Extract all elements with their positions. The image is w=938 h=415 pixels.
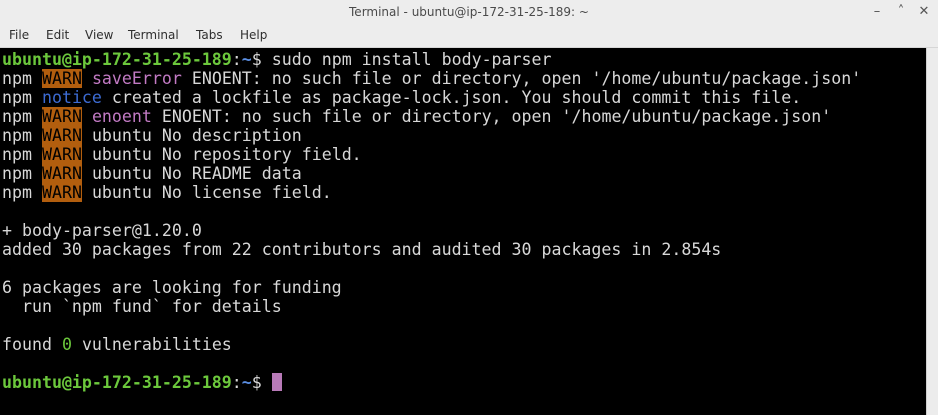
title-bar[interactable]: Terminal - ubuntu@ip-172-31-25-189: ~ – … (0, 0, 938, 24)
maximize-button[interactable]: ˄ (891, 2, 911, 22)
warn-tag: saveError (91, 69, 182, 88)
terminal-line: npm WARN saveError ENOENT: no such file … (2, 69, 861, 88)
warn-badge: WARN (41, 145, 82, 164)
terminal-line: npm WARN ubuntu No repository field. (2, 145, 362, 164)
notice-tag: notice (41, 88, 102, 107)
menu-terminal[interactable]: Terminal (128, 24, 179, 47)
text-cursor[interactable] (271, 373, 282, 391)
window-title: Terminal - ubuntu@ip-172-31-25-189: ~ (349, 5, 589, 19)
menu-edit[interactable]: Edit (46, 24, 69, 47)
menu-help[interactable]: Help (240, 24, 267, 47)
npm-prefix: npm (2, 88, 42, 107)
terminal-output[interactable]: ubuntu@ip-172-31-25-189:~$ sudo npm inst… (0, 48, 926, 415)
terminal-line: npm notice created a lockfile as package… (2, 88, 801, 107)
npm-prefix: npm (2, 164, 42, 183)
prompt-symbol: $ (251, 50, 262, 69)
npm-prefix: npm (2, 107, 42, 126)
terminal-line: ubuntu@ip-172-31-25-189:~$ (2, 373, 282, 392)
found-label: found (2, 335, 62, 354)
terminal-line: npm WARN ubuntu No README data (2, 164, 302, 183)
warn-message: ubuntu No README data (91, 164, 302, 183)
vulnerabilities-label: vulnerabilities (71, 335, 232, 354)
warn-message: ENOENT: no such file or directory, open … (181, 69, 862, 88)
warn-tag: enoent (91, 107, 152, 126)
warn-badge: WARN (41, 107, 82, 126)
prompt-separator: : (231, 373, 242, 392)
funding-line: 6 packages are looking for funding (2, 278, 342, 297)
warn-badge: WARN (41, 183, 82, 202)
terminal-line: npm WARN ubuntu No license field. (2, 183, 332, 202)
prompt-user: ubuntu@ip-172-31-25-189 (2, 373, 232, 392)
prompt-path: ~ (241, 50, 252, 69)
vulnerability-count: 0 (61, 335, 72, 354)
minimize-button[interactable]: – (867, 2, 887, 22)
prompt-symbol: $ (251, 373, 262, 392)
prompt-path: ~ (241, 373, 252, 392)
warn-badge: WARN (41, 69, 82, 88)
menu-tabs[interactable]: Tabs (196, 24, 223, 47)
npm-prefix: npm (2, 69, 42, 88)
npm-prefix: npm (2, 145, 42, 164)
terminal-line: ubuntu@ip-172-31-25-189:~$ sudo npm inst… (2, 50, 552, 69)
warn-message: ubuntu No repository field. (91, 145, 362, 164)
fund-hint-line: run `npm fund` for details (2, 297, 282, 316)
close-button[interactable]: ✕ (914, 2, 934, 22)
npm-prefix: npm (2, 126, 42, 145)
warn-message: ENOENT: no such file or directory, open … (151, 107, 832, 126)
warn-badge: WARN (41, 164, 82, 183)
menu-view[interactable]: View (85, 24, 113, 47)
npm-prefix: npm (2, 183, 42, 202)
terminal-line: npm WARN enoent ENOENT: no such file or … (2, 107, 831, 126)
vertical-scrollbar[interactable] (926, 48, 938, 415)
installed-package-line: + body-parser@1.20.0 (2, 221, 202, 240)
notice-message: created a lockfile as package-lock.json.… (101, 88, 802, 107)
prompt-separator: : (231, 50, 242, 69)
terminal-window: Terminal - ubuntu@ip-172-31-25-189: ~ – … (0, 0, 938, 415)
vulnerabilities-line: found 0 vulnerabilities (2, 335, 232, 354)
install-summary-line: added 30 packages from 22 contributors a… (2, 240, 722, 259)
command-text: sudo npm install body-parser (261, 50, 552, 69)
warn-message: ubuntu No license field. (91, 183, 332, 202)
menu-bar: File Edit View Terminal Tabs Help (0, 24, 938, 48)
terminal-line: npm WARN ubuntu No description (2, 126, 302, 145)
warn-message: ubuntu No description (91, 126, 302, 145)
warn-badge: WARN (41, 126, 82, 145)
menu-file[interactable]: File (9, 24, 29, 47)
prompt-user: ubuntu@ip-172-31-25-189 (2, 50, 232, 69)
